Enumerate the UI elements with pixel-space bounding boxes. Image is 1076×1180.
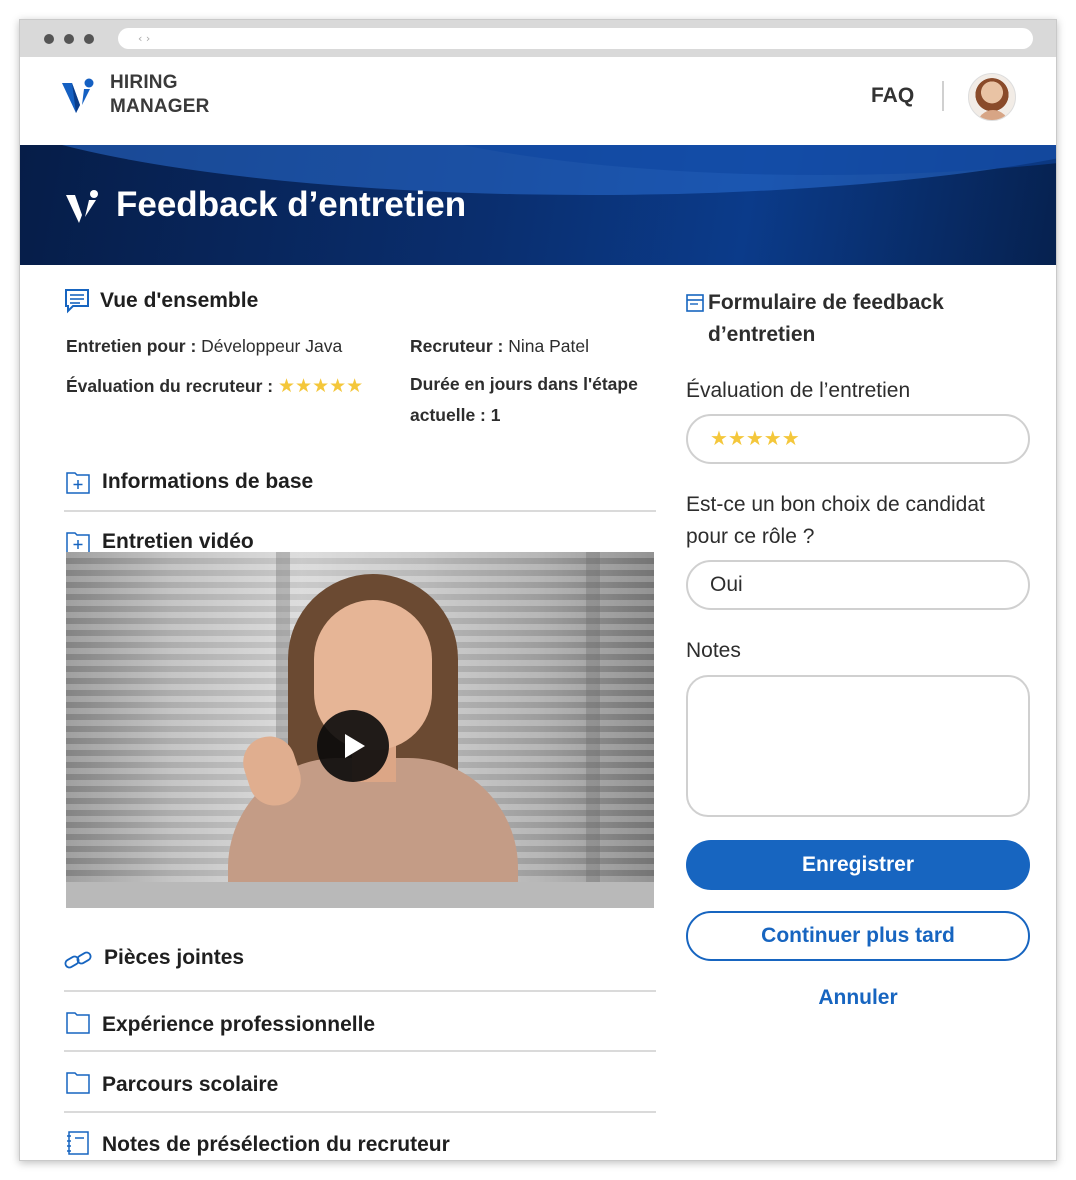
interview-for-label: Entretien pour :: [66, 336, 197, 356]
window-dot-icon[interactable]: [84, 34, 94, 44]
faq-link[interactable]: FAQ: [871, 84, 914, 108]
folder-icon: [66, 1012, 90, 1034]
banner-logo-icon: [66, 190, 98, 223]
interview-rating-field[interactable]: ★★★★★: [686, 414, 1030, 464]
notes-textarea[interactable]: [686, 675, 1030, 817]
overview-header: Vue d'ensemble: [64, 288, 258, 314]
interview-rating-label: Évaluation de l’entretien: [686, 379, 911, 402]
page-title: Feedback d’entretien: [116, 185, 467, 224]
interview-for-value: Développeur Java: [201, 336, 343, 356]
nav-arrows-icon[interactable]: ‹ ›: [138, 32, 150, 45]
section-divider: [64, 1050, 656, 1052]
section-basic-info-label: Informations de base: [102, 470, 314, 493]
recruiter-rating-stars: ★★★★★: [278, 376, 364, 397]
form-title-line-1: Formulaire de feedback: [708, 291, 944, 314]
interview-rating-stars[interactable]: ★★★★★: [710, 428, 800, 450]
continue-later-button[interactable]: Continuer plus tard: [686, 911, 1030, 961]
top-navigation: HIRING MANAGER FAQ: [20, 57, 1056, 145]
play-button-icon[interactable]: [317, 710, 389, 782]
section-basic-info[interactable]: Informations de base: [64, 465, 658, 511]
form-icon: [686, 294, 704, 312]
recruiter-row: Recruteur : Nina Patel: [410, 331, 589, 362]
folder-plus-icon: [66, 472, 90, 494]
section-video-interview[interactable]: Entretien vidéo: [64, 525, 658, 555]
address-bar[interactable]: ‹ ›: [118, 28, 1033, 49]
window-dot-icon[interactable]: [44, 34, 54, 44]
brand-name[interactable]: HIRING MANAGER: [110, 71, 210, 119]
recruiter-rating-row: Évaluation du recruteur : ★★★★★: [66, 371, 363, 402]
brand-line-1: HIRING: [110, 72, 178, 93]
form-title: Formulaire de feedback d’entretien: [708, 287, 944, 351]
link-icon: [64, 951, 92, 969]
browser-window: ‹ › HIRING MANAGER FAQ Feedback d’entret…: [19, 19, 1057, 1161]
notes-label: Notes: [686, 639, 741, 662]
chat-icon: [65, 289, 89, 314]
page-banner: Feedback d’entretien: [20, 145, 1056, 265]
video-table: [66, 882, 654, 908]
candidate-fit-label: Est-ce un bon choix de candidat pour ce …: [686, 489, 985, 553]
section-divider: [64, 510, 656, 512]
overview-title: Vue d'ensemble: [100, 289, 259, 312]
section-divider: [64, 1111, 656, 1113]
form-title-line-2: d’entretien: [708, 323, 816, 346]
user-avatar[interactable]: [968, 73, 1016, 121]
section-attachments[interactable]: Pièces jointes: [64, 941, 658, 987]
interview-for-row: Entretien pour : Développeur Java: [66, 331, 342, 362]
folder-plus-icon: [66, 532, 90, 554]
stage-duration-line-2: actuelle : 1: [410, 405, 501, 425]
folder-icon: [66, 1072, 90, 1094]
section-education[interactable]: Parcours scolaire: [64, 1065, 658, 1111]
video-window-frame: [586, 552, 600, 908]
avatar-shoulder: [977, 110, 1009, 120]
stage-duration: Durée en jours dans l'étape actuelle : 1: [410, 369, 638, 431]
candidate-fit-label-line-2: pour ce rôle ?: [686, 525, 815, 548]
cancel-link[interactable]: Annuler: [686, 986, 1030, 1010]
section-recruiter-notes-label: Notes de présélection du recruteur: [102, 1133, 450, 1156]
recruiter-rating-label: Évaluation du recruteur :: [66, 376, 274, 396]
window-dot-icon[interactable]: [64, 34, 74, 44]
section-education-label: Parcours scolaire: [102, 1073, 279, 1096]
candidate-fit-select[interactable]: Oui: [686, 560, 1030, 610]
save-button[interactable]: Enregistrer: [686, 840, 1030, 890]
interview-video-player[interactable]: [66, 552, 654, 908]
notebook-icon: [67, 1131, 89, 1155]
section-divider: [64, 990, 656, 992]
section-video-interview-label: Entretien vidéo: [102, 530, 254, 553]
stage-duration-line-1: Durée en jours dans l'étape: [410, 374, 638, 394]
brand-line-2: MANAGER: [110, 96, 210, 117]
brand-logo-icon[interactable]: [60, 77, 96, 115]
candidate-fit-label-line-1: Est-ce un bon choix de candidat: [686, 493, 985, 516]
section-recruiter-notes[interactable]: Notes de présélection du recruteur: [64, 1125, 658, 1160]
recruiter-value: Nina Patel: [508, 336, 589, 356]
recruiter-label: Recruteur :: [410, 336, 504, 356]
section-experience-label: Expérience professionnelle: [102, 1013, 376, 1036]
browser-chrome: ‹ ›: [20, 20, 1056, 57]
nav-divider: [942, 81, 944, 111]
section-experience[interactable]: Expérience professionnelle: [64, 1005, 658, 1051]
section-attachments-label: Pièces jointes: [104, 946, 245, 969]
